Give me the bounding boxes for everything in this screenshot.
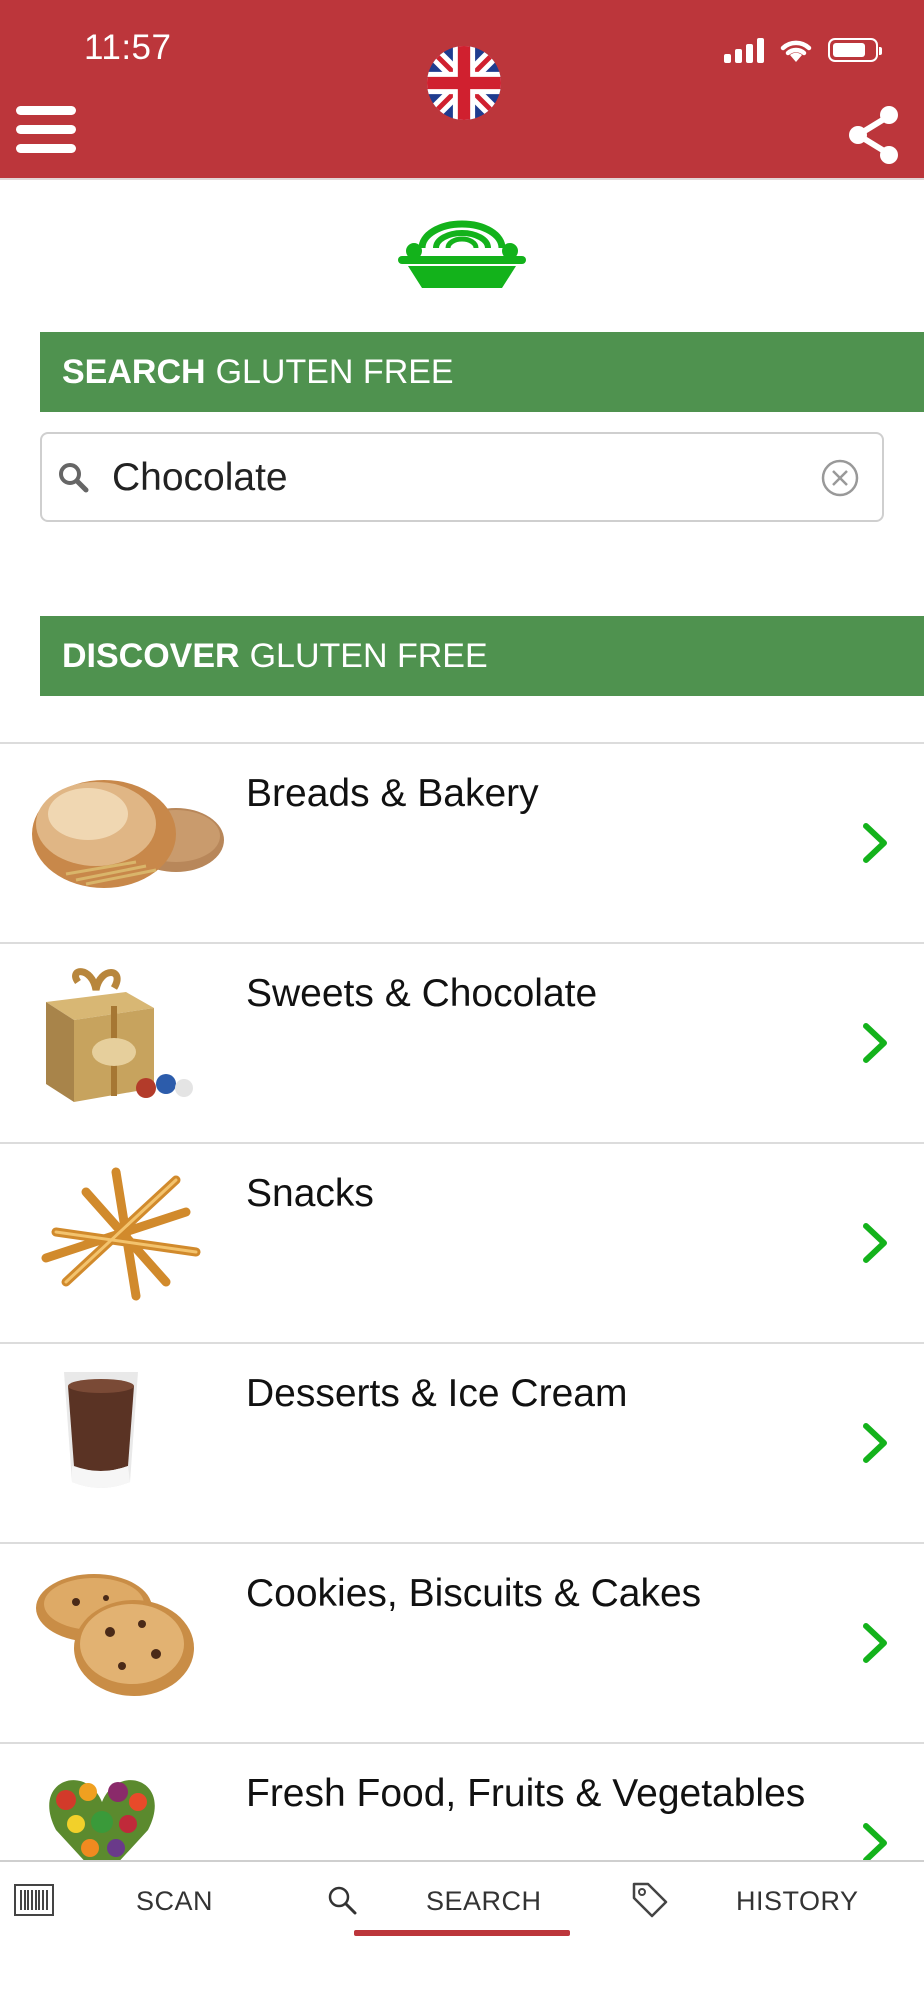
- category-label: Breads & Bakery: [246, 772, 539, 815]
- category-snacks[interactable]: Snacks: [0, 1142, 924, 1342]
- discover-title-bold: DISCOVER: [62, 636, 240, 675]
- language-flag-button[interactable]: [427, 46, 501, 120]
- menu-button[interactable]: [16, 106, 76, 162]
- breadsticks-image: [41, 1167, 201, 1301]
- uk-flag-icon: [427, 46, 501, 120]
- wifi-icon: [780, 40, 812, 62]
- clear-search-icon[interactable]: [820, 458, 860, 498]
- status-time: 11:57: [84, 28, 172, 67]
- category-label: Fresh Food, Fruits & Vegetables: [246, 1772, 806, 1815]
- discover-title-rest: GLUTEN FREE: [249, 636, 488, 675]
- dessert-glass-image: [64, 1372, 138, 1488]
- category-label: Sweets & Chocolate: [246, 972, 598, 1015]
- chevron-right-icon: [863, 1423, 887, 1463]
- category-desserts-ice-cream[interactable]: Desserts & Ice Cream: [0, 1342, 924, 1542]
- battery-icon: [828, 38, 882, 62]
- signal-icon: [724, 37, 764, 63]
- search-icon: [59, 463, 89, 493]
- share-button[interactable]: [846, 104, 902, 166]
- chevron-right-icon: [863, 1023, 887, 1063]
- app-header: 11:57: [0, 0, 924, 178]
- search-field[interactable]: Chocolate: [40, 432, 884, 522]
- search-tab-icon[interactable]: [326, 1884, 358, 1916]
- tab-search[interactable]: SEARCH: [426, 1886, 542, 1917]
- search-section-header: SEARCH GLUTEN FREE: [40, 332, 924, 412]
- category-sweets-chocolate[interactable]: Sweets & Chocolate: [0, 942, 924, 1142]
- tab-history[interactable]: HISTORY: [736, 1886, 859, 1917]
- category-label: Cookies, Biscuits & Cakes: [246, 1572, 702, 1615]
- chevron-right-icon: [863, 1223, 887, 1263]
- share-icon: [849, 106, 898, 164]
- tab-scan[interactable]: SCAN: [136, 1886, 213, 1917]
- hamburger-menu-icon: [16, 106, 76, 115]
- category-breads-bakery[interactable]: Breads & Bakery: [0, 742, 924, 942]
- status-icons: [724, 36, 882, 64]
- search-title-bold: SEARCH: [62, 352, 206, 391]
- search-title-rest: GLUTEN FREE: [215, 352, 454, 391]
- search-input[interactable]: Chocolate: [112, 456, 288, 500]
- gluten-free-bowl-logo: [398, 220, 526, 288]
- chocolate-box-image: [46, 968, 193, 1102]
- barcode-icon[interactable]: [14, 1884, 54, 1916]
- tag-icon[interactable]: [630, 1880, 670, 1920]
- bottom-tab-bar: SCAN SEARCH HISTORY: [0, 1860, 924, 2000]
- category-list: Breads & Bakery Sweets & Chocolate Snack…: [0, 742, 924, 1942]
- header-divider: [0, 178, 924, 180]
- chevron-right-icon: [863, 823, 887, 863]
- category-label: Snacks: [246, 1172, 374, 1215]
- cookies-image: [36, 1574, 194, 1696]
- active-tab-indicator: [354, 1930, 570, 1936]
- category-label: Desserts & Ice Cream: [246, 1372, 628, 1415]
- app-logo: [394, 218, 530, 290]
- chevron-right-icon: [863, 1623, 887, 1663]
- discover-section-header: DISCOVER GLUTEN FREE: [40, 616, 924, 696]
- category-cookies-biscuits-cakes[interactable]: Cookies, Biscuits & Cakes: [0, 1542, 924, 1742]
- bread-image: [32, 780, 224, 888]
